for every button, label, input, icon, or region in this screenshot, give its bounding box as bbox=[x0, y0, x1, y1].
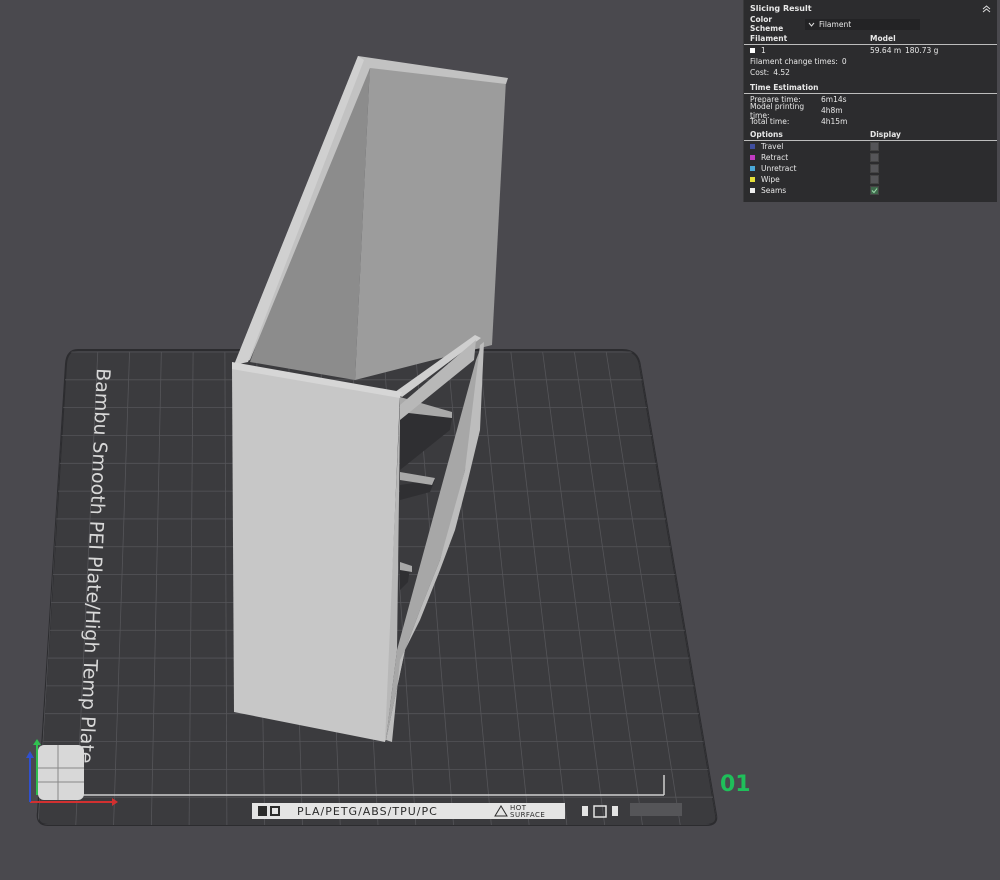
filament-length: 59.64 m bbox=[870, 46, 902, 55]
option-label: Seams bbox=[761, 186, 787, 195]
filament-row: 1 59.64 m 180.73 g bbox=[744, 45, 997, 56]
panel-title: Slicing Result bbox=[750, 4, 812, 13]
time-row: Total time: 4h15m bbox=[744, 116, 997, 127]
options-header: Options Display bbox=[744, 129, 997, 141]
filament-index: 1 bbox=[761, 46, 766, 55]
option-row-wipe: Wipe bbox=[744, 174, 997, 185]
option-row-travel: Travel bbox=[744, 141, 997, 152]
time-value: 4h8m bbox=[821, 106, 843, 115]
time-label: Total time: bbox=[750, 117, 790, 126]
option-row-unretract: Unretract bbox=[744, 163, 997, 174]
travel-color-swatch bbox=[750, 144, 755, 149]
model-header: Model bbox=[870, 34, 896, 43]
change-times-row: Filament change times: 0 bbox=[744, 56, 997, 67]
wipe-color-swatch bbox=[750, 177, 755, 182]
option-label: Travel bbox=[761, 142, 784, 151]
filament-header: Filament bbox=[750, 34, 788, 43]
cost-value: 4.52 bbox=[773, 68, 790, 77]
color-scheme-label: Color Scheme bbox=[750, 15, 784, 33]
time-value: 4h15m bbox=[821, 117, 848, 126]
seams-display-checkbox[interactable] bbox=[870, 186, 879, 195]
time-estimation-title: Time Estimation bbox=[750, 83, 819, 92]
change-times-value: 0 bbox=[841, 57, 847, 66]
options-list: Travel Retract Unretract Wipe Seams bbox=[744, 141, 997, 196]
plate-materials: PLA/PETG/ABS/TPU/PC bbox=[297, 805, 438, 818]
options-title: Options bbox=[750, 130, 783, 139]
slicing-result-panel: Slicing Result Color Scheme Filament Fil… bbox=[743, 0, 997, 202]
wipe-display-checkbox[interactable] bbox=[870, 175, 879, 184]
color-scheme-row: Color Scheme Filament bbox=[744, 15, 997, 33]
retract-display-checkbox[interactable] bbox=[870, 153, 879, 162]
hot-surface-line2: SURFACE bbox=[510, 811, 545, 819]
time-value: 6m14s bbox=[821, 95, 847, 104]
filament-color-swatch bbox=[750, 48, 755, 53]
option-label: Retract bbox=[761, 153, 789, 162]
option-row-retract: Retract bbox=[744, 152, 997, 163]
filament-weight: 180.73 g bbox=[905, 46, 939, 55]
unretract-display-checkbox[interactable] bbox=[870, 164, 879, 173]
change-times-label: Filament change times: bbox=[750, 57, 838, 66]
chevron-down-icon bbox=[808, 20, 815, 29]
option-label: Unretract bbox=[761, 164, 797, 173]
collapse-icon[interactable] bbox=[981, 4, 991, 14]
seams-color-swatch bbox=[750, 188, 755, 193]
cost-label: Cost: bbox=[750, 68, 770, 77]
option-row-seams: Seams bbox=[744, 185, 997, 196]
color-scheme-value: Filament bbox=[819, 19, 852, 29]
plate-number[interactable]: 01 bbox=[720, 772, 751, 797]
time-list: Prepare time: 6m14s Model printing time:… bbox=[744, 94, 997, 127]
travel-display-checkbox[interactable] bbox=[870, 142, 879, 151]
cost-row: Cost: 4.52 bbox=[744, 67, 997, 78]
retract-color-swatch bbox=[750, 155, 755, 160]
color-scheme-select[interactable]: Filament bbox=[805, 18, 920, 30]
unretract-color-swatch bbox=[750, 166, 755, 171]
time-estimation-header: Time Estimation bbox=[744, 82, 997, 94]
filament-model-header: Filament Model bbox=[744, 33, 997, 45]
option-label: Wipe bbox=[761, 175, 780, 184]
display-title: Display bbox=[870, 130, 901, 139]
time-row: Model printing time: 4h8m bbox=[744, 102, 997, 120]
